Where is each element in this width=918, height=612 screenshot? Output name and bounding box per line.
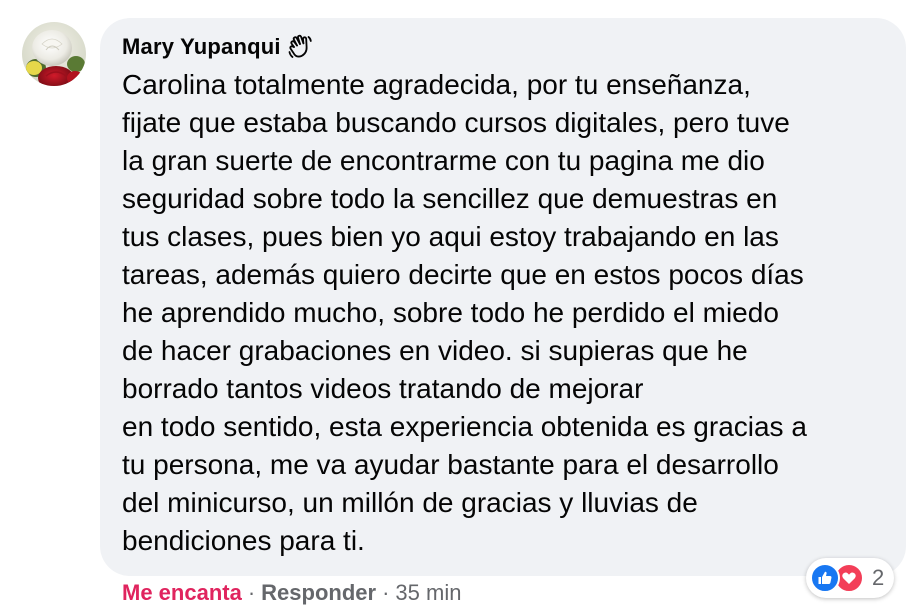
waving-hand-icon (287, 34, 313, 60)
previous-comment-actions-cropped (120, 0, 460, 2)
comment-text: Carolina totalmente agradecida, por tu e… (122, 66, 892, 560)
love-reaction-button[interactable]: Me encanta (122, 578, 242, 608)
separator-dot: · (247, 580, 256, 605)
comment-line: fijate que estaba buscando cursos digita… (122, 107, 790, 138)
like-icon (810, 563, 840, 593)
comment-line: he aprendido mucho, sobre todo he perdid… (122, 297, 779, 328)
separator-dot: · (382, 580, 390, 605)
comment-line: la gran suerte de encontrarme con tu pag… (122, 145, 765, 176)
reactions-summary[interactable]: 2 (806, 558, 895, 598)
comment-line: Carolina totalmente agradecida, por tu e… (122, 69, 751, 100)
reply-button[interactable]: Responder (261, 578, 376, 608)
comment-line: tu persona, me va ayudar bastante para e… (122, 449, 779, 480)
comment-actions: Me encanta · Responder · 35 min (122, 578, 461, 608)
comment-line: bendiciones para ti. (122, 525, 365, 556)
avatar-roses-image (22, 22, 86, 86)
avatar[interactable] (22, 22, 86, 86)
comment-line: tus clases, pues bien yo aqui estoy trab… (122, 221, 779, 252)
comment-line: seguridad sobre todo la sencillez que de… (122, 183, 778, 214)
comment-line: en todo sentido, esta experiencia obteni… (122, 411, 807, 442)
comment-line: del minicurso, un millón de gracias y ll… (122, 487, 698, 518)
comment-timestamp[interactable]: 35 min (395, 578, 461, 608)
comment-line: tareas, además quiero decirte que en est… (122, 259, 804, 290)
comment-author: Mary Yupanqui (122, 34, 313, 60)
reaction-count: 2 (872, 565, 885, 590)
comment-line: de hacer grabaciones en video. si supier… (122, 335, 748, 366)
comment-line: borrado tantos videos tratando de mejora… (122, 373, 644, 404)
author-name[interactable]: Mary Yupanqui (122, 34, 281, 60)
